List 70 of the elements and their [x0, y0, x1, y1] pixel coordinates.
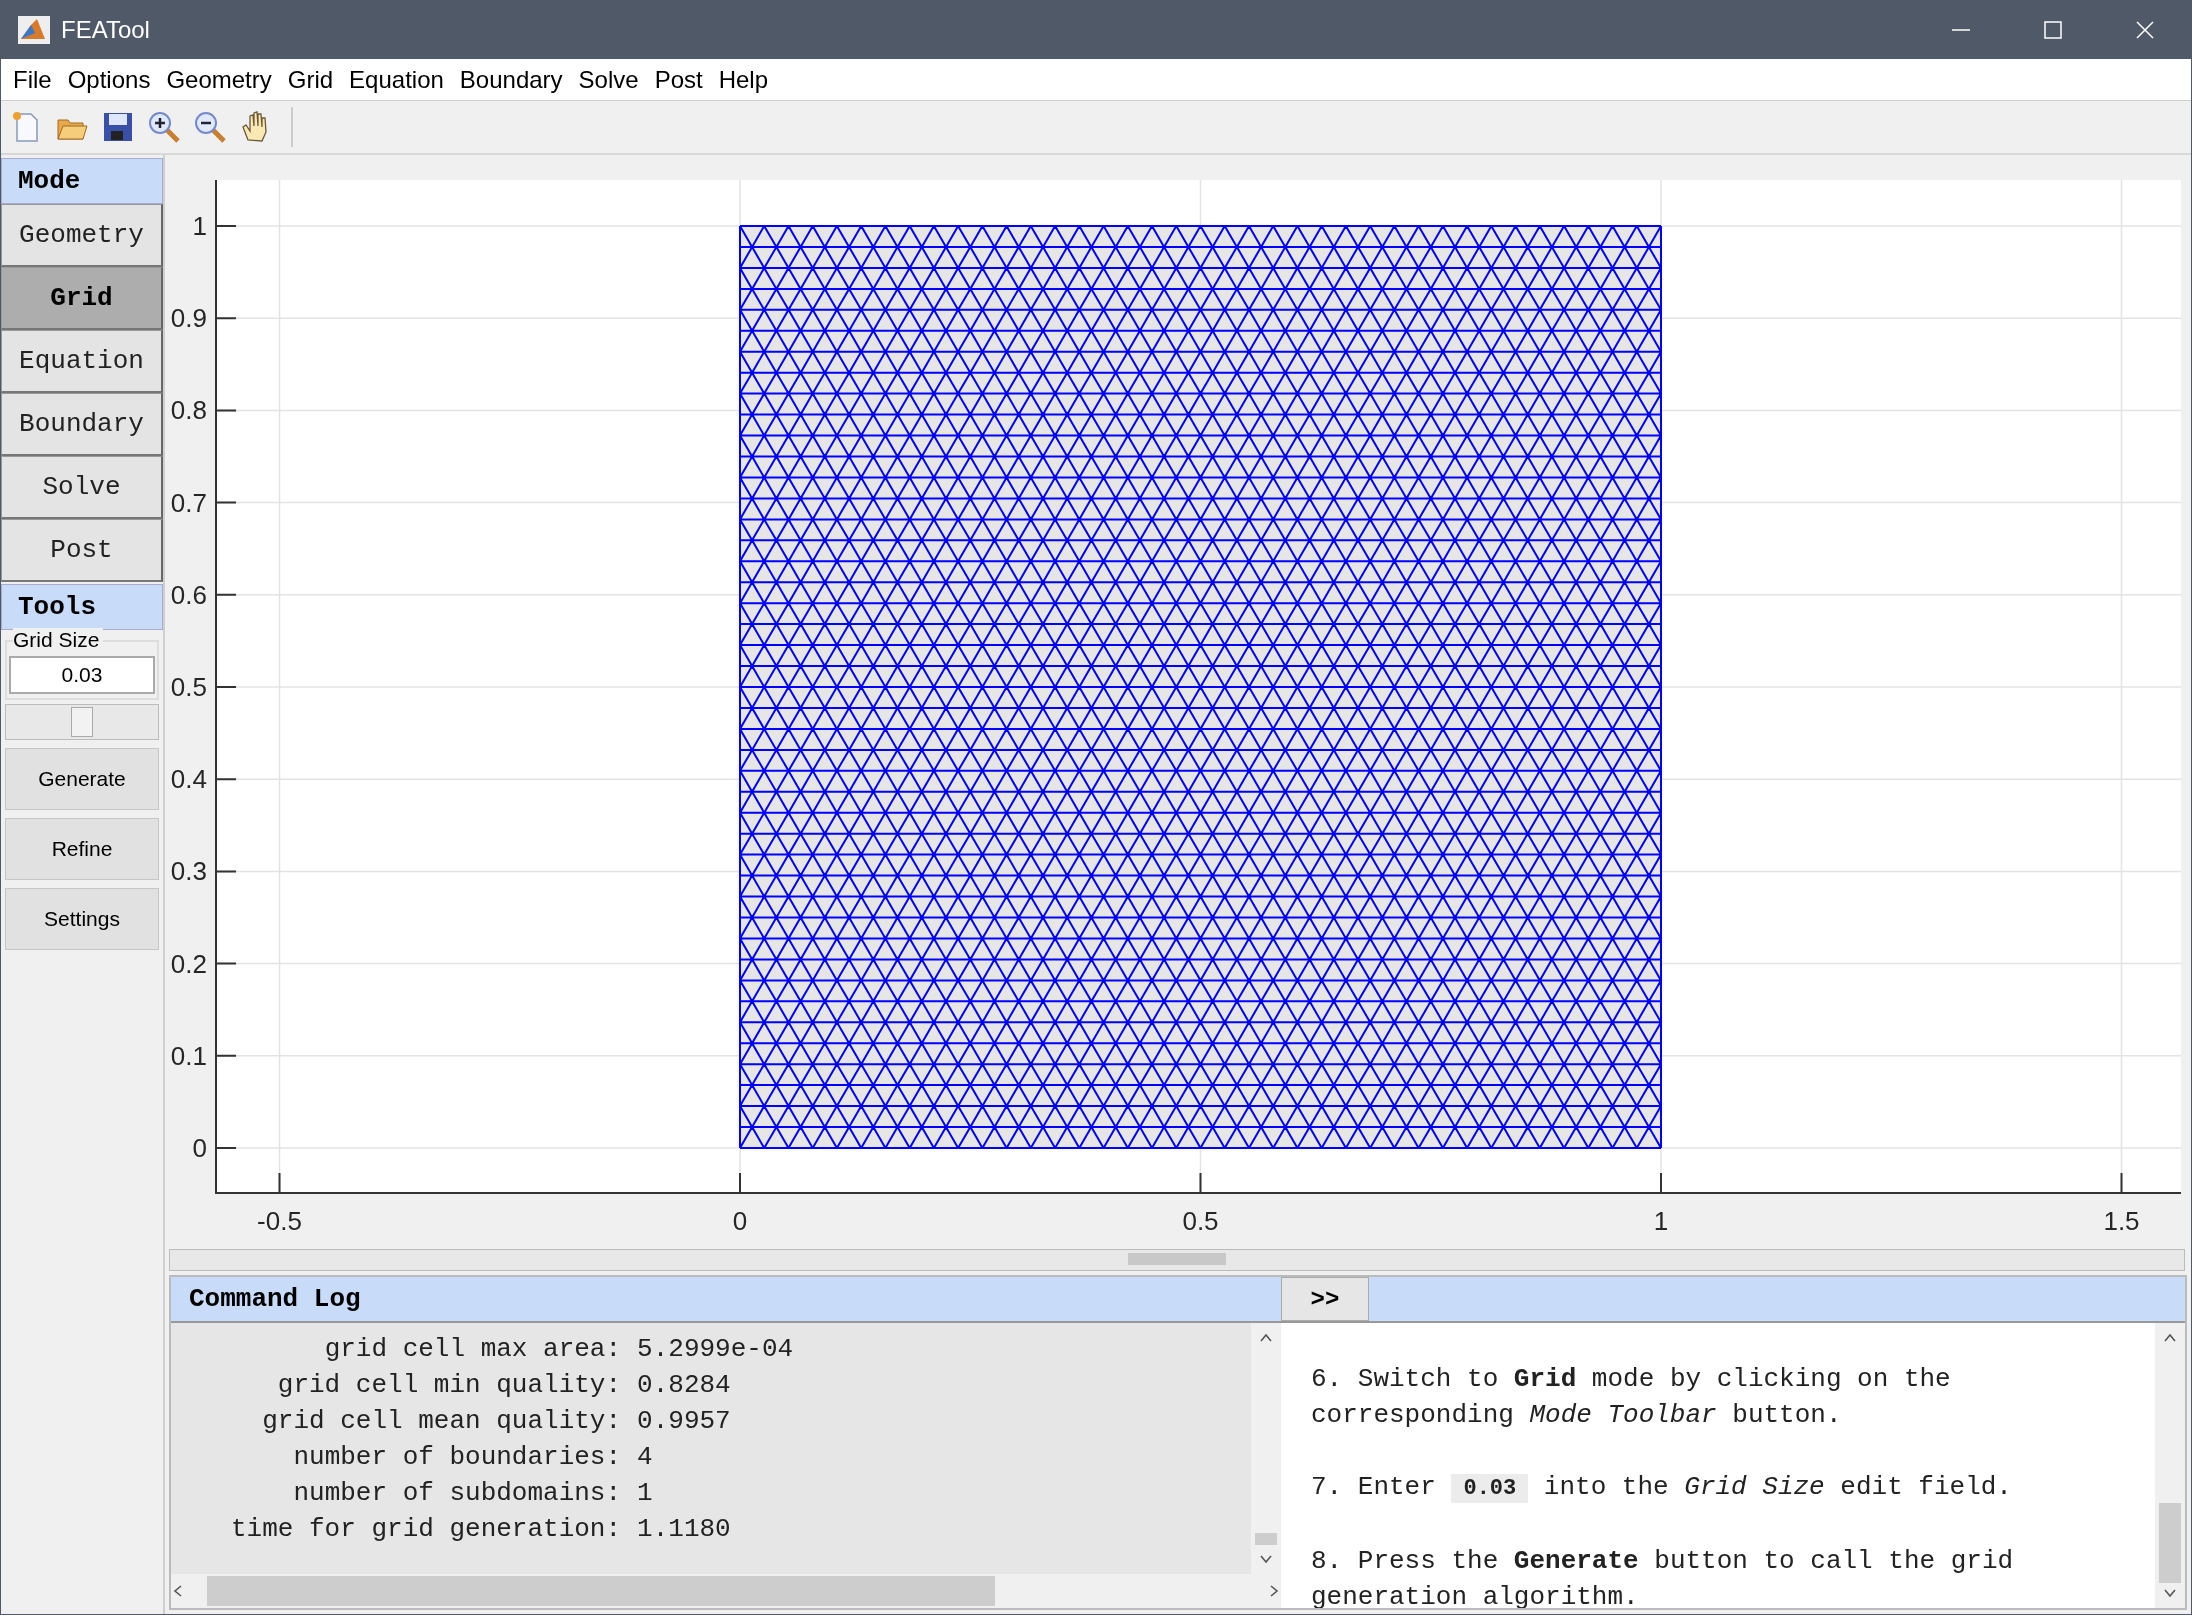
zoom-out-icon[interactable] — [193, 110, 227, 144]
minimize-icon — [1950, 29, 1972, 31]
log-label: grid cell mean quality: — [261, 1405, 622, 1438]
axis-tick-label: 0.4 — [170, 764, 207, 795]
mode-button[interactable]: Post — [1, 519, 163, 582]
maximize-icon — [2042, 19, 2064, 41]
axis-tick-label: 0.3 — [170, 856, 207, 887]
menu-item[interactable]: Solve — [570, 65, 647, 94]
menu-item[interactable]: Post — [646, 65, 711, 94]
log-value: 1.1180 — [637, 1513, 732, 1546]
mode-button[interactable]: Boundary — [1, 393, 163, 456]
log-label: number of boundaries: — [292, 1441, 622, 1474]
axis-tick-label: 0.6 — [170, 579, 207, 610]
scroll-thumb[interactable] — [1255, 1533, 1277, 1545]
mode-button[interactable]: Grid — [1, 267, 163, 330]
axis-tick-label: 0.5 — [170, 672, 207, 702]
menu-item[interactable]: Options — [59, 65, 159, 94]
log-value: 0.8284 — [637, 1369, 732, 1402]
close-icon — [2134, 19, 2156, 41]
scrollbar[interactable] — [2155, 1323, 2185, 1608]
menu-item[interactable]: File — [5, 65, 60, 94]
axis-tick-label: 0.2 — [170, 948, 207, 979]
command-log-header: Command Log — [171, 1277, 1281, 1323]
log-value: 4 — [637, 1441, 654, 1474]
mode-button[interactable]: Geometry — [1, 204, 163, 267]
grid-size-slider[interactable] — [5, 704, 159, 740]
log-label: number of subdomains: — [292, 1477, 622, 1510]
axis-tick-label: 1.5 — [2103, 1206, 2140, 1236]
axis-tick-label: 1 — [1653, 1206, 1669, 1236]
mode-header: Mode — [1, 158, 163, 204]
axis-tick-label: 0.5 — [1182, 1206, 1219, 1236]
tool-button[interactable]: Refine — [5, 818, 159, 880]
axis-tick-label: 0 — [732, 1206, 748, 1236]
expand-button[interactable]: >> — [1281, 1277, 1369, 1321]
axis-tick-label: 0.1 — [170, 1040, 207, 1071]
scroll-thumb[interactable] — [1128, 1253, 1226, 1265]
menu-item[interactable]: Geometry — [158, 65, 280, 94]
axis-tick-label: 1 — [192, 211, 207, 241]
log-value: 5.2999e-04 — [637, 1333, 794, 1366]
axis-tick-label: -0.5 — [257, 1206, 302, 1236]
axis-tick-label: 0.8 — [170, 395, 207, 426]
tool-button[interactable]: Settings — [5, 888, 159, 950]
scrollbar[interactable] — [169, 1249, 2185, 1271]
slider-thumb[interactable] — [71, 707, 93, 737]
menu-item[interactable]: Grid — [279, 65, 342, 94]
window-title: FEATool — [61, 16, 151, 44]
zoom-in-icon[interactable] — [147, 110, 181, 144]
log-value: 0.9957 — [637, 1405, 732, 1438]
axis-tick-label: 0.7 — [170, 487, 207, 518]
app-icon — [17, 15, 51, 45]
grid-size-field[interactable]: 0.03 — [9, 656, 155, 694]
log-label: time for grid generation: — [231, 1513, 622, 1546]
scroll-thumb[interactable] — [2159, 1503, 2181, 1583]
scroll-thumb[interactable] — [207, 1576, 995, 1606]
scrollbar[interactable] — [171, 1574, 1281, 1608]
log-label: grid cell max area: — [323, 1333, 622, 1366]
log-value: 1 — [637, 1477, 654, 1510]
menu-item[interactable]: Boundary — [451, 65, 571, 94]
help-paragraph: 7. Enter 0.03 into the Grid Size edit field. — [1311, 1471, 2013, 1505]
scrollbar[interactable] — [1251, 1323, 1281, 1574]
menu-item[interactable]: Help — [710, 65, 777, 94]
mode-button[interactable]: Solve — [1, 456, 163, 519]
menu-item[interactable]: Equation — [341, 65, 452, 94]
log-label: grid cell min quality: — [276, 1369, 622, 1402]
tool-button[interactable]: Generate — [5, 748, 159, 810]
axis-tick-label: 0 — [192, 1133, 207, 1163]
help-paragraph: 6. Switch to Grid mode by clicking on the corresponding Mode Toolbar button. — [1311, 1363, 1952, 1432]
mode-button[interactable]: Equation — [1, 330, 163, 393]
tools-header: Tools — [1, 584, 163, 630]
axis-tick-label: 0.9 — [170, 303, 207, 334]
